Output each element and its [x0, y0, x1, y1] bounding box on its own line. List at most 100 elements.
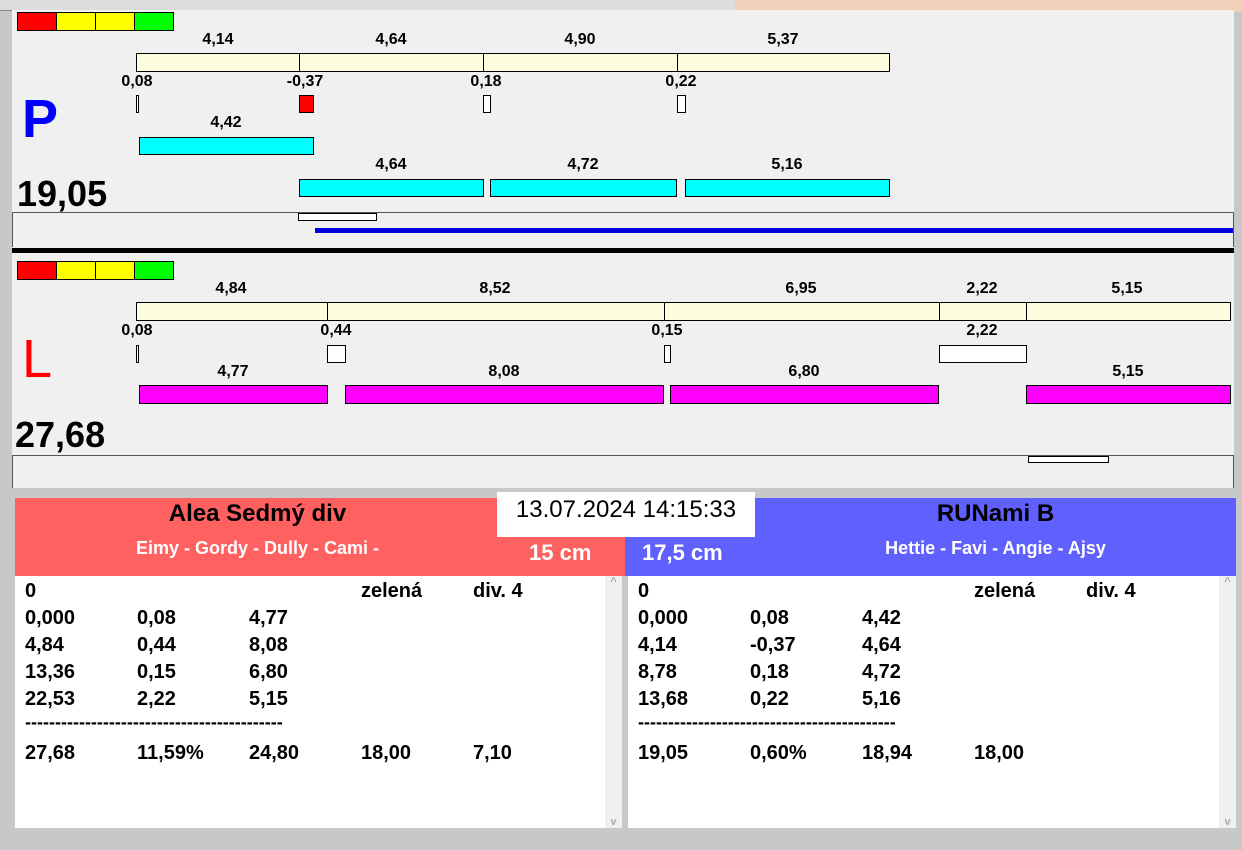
cell: 27,68: [25, 742, 76, 764]
l-diff-label: 2,22: [966, 322, 998, 339]
p-progress-line: [315, 228, 1233, 233]
cell: zelená: [974, 580, 1036, 602]
l-top-label: 4,84: [215, 280, 247, 297]
cell: 0,000: [25, 607, 76, 629]
scroll-up-icon[interactable]: ^: [605, 576, 622, 588]
right-team-dogs: Hettie - Favi - Angie - Ajsy: [885, 538, 1106, 558]
p-letter: P: [22, 89, 59, 149]
p-row2-label: 4,72: [567, 156, 599, 173]
cell: 0,08: [137, 607, 176, 629]
p-timeline-marker: [298, 213, 377, 221]
cell: 18,00: [974, 742, 1025, 764]
l-panel: [12, 253, 1234, 488]
scroll-down-icon[interactable]: v: [1219, 816, 1236, 828]
l-diff-marker: [136, 345, 139, 363]
p-total: 19,05: [17, 173, 108, 214]
p-row2-label: 5,16: [771, 156, 803, 173]
right-height: 17,5 cm: [642, 540, 723, 565]
cell: 22,53: [25, 688, 76, 710]
l-row-label: 4,77: [217, 363, 249, 380]
cell: 7,10: [473, 742, 512, 764]
l-row-label: 5,15: [1112, 363, 1144, 380]
cell: 18,94: [862, 742, 913, 764]
cell: 8,08: [249, 634, 288, 656]
p-row2-bar: [490, 179, 677, 197]
cell: 24,80: [249, 742, 300, 764]
l-row-label: 8,08: [488, 363, 520, 380]
datetime: 13.07.2024 14:15:33: [497, 492, 755, 537]
l-diff-label: 0,15: [651, 322, 683, 339]
cell: 0,08: [750, 607, 789, 629]
cell: 0,000: [638, 607, 689, 629]
p-row2-bar: [299, 179, 484, 197]
cell: 13,36: [25, 661, 76, 683]
color-swatch-green: [134, 261, 174, 280]
cell: 4,64: [862, 634, 901, 656]
p-diff-marker: [483, 95, 491, 113]
cell: div. 4: [473, 580, 523, 602]
l-row-bar: [139, 385, 328, 404]
p-row1-bar: [139, 137, 314, 155]
scrollbar[interactable]: ^ v: [1219, 576, 1236, 828]
color-swatch-yellow: [95, 261, 135, 280]
right-results-list[interactable]: 0 zelená div. 4 0,000 0,08 4,42 4,14 -0,37 4,6…: [628, 576, 1236, 828]
l-diff-label: 0,08: [121, 322, 153, 339]
p-diff-label: -0,37: [286, 73, 324, 90]
scroll-down-icon[interactable]: v: [605, 816, 622, 828]
p-row2-label: 4,64: [375, 156, 407, 173]
cell: 0,44: [137, 634, 176, 656]
cell: 5,16: [862, 688, 901, 710]
cell: 4,42: [862, 607, 901, 629]
separator: ----------------------------------------…: [638, 712, 896, 732]
l-top-label: 2,22: [966, 280, 998, 297]
left-results-list[interactable]: 0 zelená div. 4 0,000 0,08 4,77 4,84 0,44 8,08…: [15, 576, 622, 828]
color-swatch-green: [134, 12, 174, 31]
l-row-bar: [670, 385, 939, 404]
p-diff-label: 0,18: [470, 73, 502, 90]
l-top-label: 8,52: [479, 280, 511, 297]
cell: 4,84: [25, 634, 64, 656]
cell: 0: [25, 580, 37, 602]
p-top-label: 4,14: [202, 31, 234, 48]
l-diff-label: 0,44: [320, 322, 352, 339]
l-diff-marker: [664, 345, 671, 363]
l-diff-marker: [327, 345, 346, 363]
cell: 11,59%: [137, 742, 204, 764]
p-top-bar: [483, 53, 678, 72]
p-top-label: 4,90: [564, 31, 596, 48]
p-diff-label: 0,22: [665, 73, 697, 90]
color-swatch-yellow: [56, 12, 96, 31]
p-diff-marker: [136, 95, 139, 113]
cell: div. 4: [1086, 580, 1136, 602]
p-top-label: 5,37: [767, 31, 799, 48]
p-diff-marker: [677, 95, 686, 113]
p-top-bar: [136, 53, 300, 72]
cell: 2,22: [137, 688, 176, 710]
left-team-name: Alea Sedmý div: [168, 500, 347, 527]
p-diff-marker: [299, 95, 314, 113]
cell: -0,37: [750, 634, 796, 656]
cell: 4,14: [638, 634, 677, 656]
p-row1-label: 4,42: [210, 114, 242, 131]
color-swatch-red: [17, 261, 57, 280]
separator: ----------------------------------------…: [25, 712, 283, 732]
scroll-up-icon[interactable]: ^: [1219, 576, 1236, 588]
p-row2-bar: [685, 179, 890, 197]
p-top-label: 4,64: [375, 31, 407, 48]
l-top-label: 5,15: [1111, 280, 1143, 297]
cell: 4,77: [249, 607, 288, 629]
right-team-name: RUNami B: [936, 500, 1055, 527]
p-diff-label: 0,08: [121, 73, 153, 90]
cell: 13,68: [638, 688, 689, 710]
cell: 0,18: [750, 661, 789, 683]
l-row-bar: [1026, 385, 1231, 404]
l-total: 27,68: [15, 414, 106, 455]
cell: 4,72: [862, 661, 901, 683]
l-top-bar: [939, 302, 1027, 321]
cell: zelená: [361, 580, 423, 602]
l-top-bar: [1026, 302, 1231, 321]
p-top-bar: [299, 53, 484, 72]
scrollbar[interactable]: ^ v: [605, 576, 622, 828]
cell: 8,78: [638, 661, 677, 683]
cell: 6,80: [249, 661, 288, 683]
